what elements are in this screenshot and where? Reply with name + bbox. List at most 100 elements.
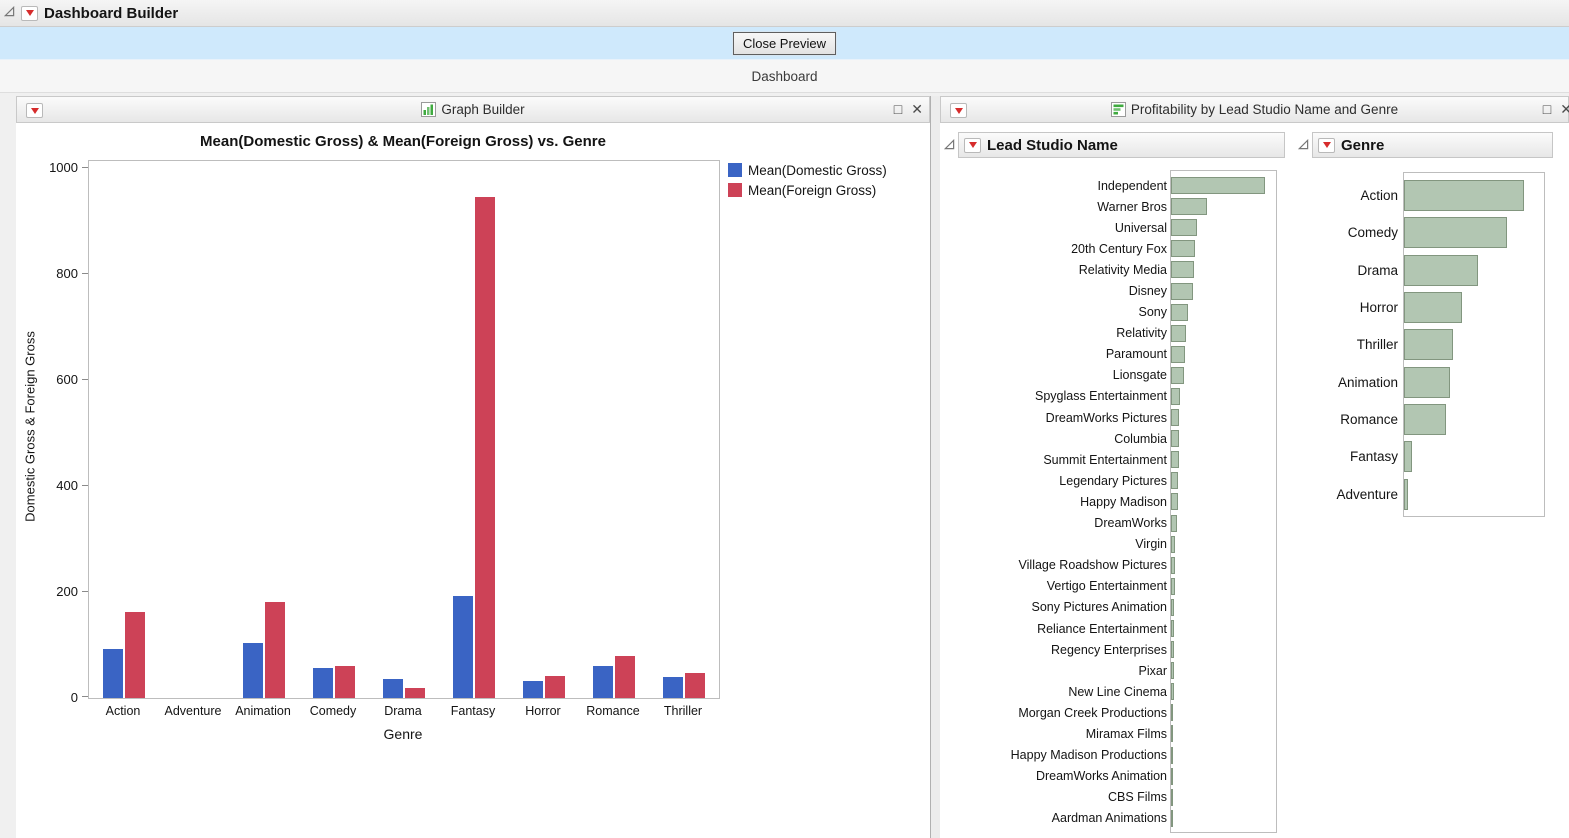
category-label[interactable]: Warner Bros bbox=[970, 196, 1167, 217]
bar-adventure[interactable] bbox=[1404, 479, 1408, 510]
legend-item[interactable]: Mean(Foreign Gross) bbox=[728, 180, 887, 200]
category-label[interactable]: Village Roadshow Pictures bbox=[970, 555, 1167, 576]
disclosure-triangle-icon[interactable] bbox=[1298, 137, 1309, 155]
dashboard-tab[interactable]: Dashboard bbox=[751, 69, 817, 84]
bar-village-roadshow-pictures[interactable] bbox=[1171, 557, 1175, 574]
bar-lionsgate[interactable] bbox=[1171, 367, 1184, 384]
bar-summit-entertainment[interactable] bbox=[1171, 451, 1179, 468]
category-label[interactable]: Vertigo Entertainment bbox=[970, 576, 1167, 597]
category-label[interactable]: Pixar bbox=[970, 660, 1167, 681]
bar-thriller-foreign[interactable] bbox=[685, 673, 705, 698]
red-triangle-menu-icon[interactable] bbox=[964, 138, 981, 153]
y-axis[interactable]: 02004006008001000 bbox=[16, 160, 88, 697]
category-label[interactable]: Relativity bbox=[970, 323, 1167, 344]
category-label[interactable]: Miramax Films bbox=[970, 723, 1167, 744]
bar-dreamworks-pictures[interactable] bbox=[1171, 409, 1179, 426]
bar-universal[interactable] bbox=[1171, 219, 1197, 236]
red-triangle-menu-icon[interactable] bbox=[950, 103, 967, 118]
category-label[interactable]: Columbia bbox=[970, 428, 1167, 449]
disclosure-triangle-icon[interactable] bbox=[4, 4, 15, 22]
bar-regency-enterprises[interactable] bbox=[1171, 641, 1174, 658]
bar-spyglass-entertainment[interactable] bbox=[1171, 388, 1180, 405]
x-axis-label[interactable]: Genre bbox=[88, 726, 718, 742]
bar-legendary-pictures[interactable] bbox=[1171, 472, 1178, 489]
genre-bar-chart[interactable] bbox=[1403, 172, 1545, 517]
category-label[interactable]: CBS Films bbox=[970, 787, 1167, 808]
legend-item[interactable]: Mean(Domestic Gross) bbox=[728, 160, 887, 180]
category-label[interactable]: Spyglass Entertainment bbox=[970, 386, 1167, 407]
category-label[interactable]: Fantasy bbox=[1240, 438, 1398, 475]
bar-disney[interactable] bbox=[1171, 283, 1193, 300]
bar-new-line-cinema[interactable] bbox=[1171, 683, 1174, 700]
close-icon[interactable]: ✕ bbox=[1560, 102, 1569, 116]
bar-action-domestic[interactable] bbox=[103, 649, 123, 698]
close-preview-button[interactable]: Close Preview bbox=[733, 32, 836, 55]
bar-animation[interactable] bbox=[1404, 367, 1450, 398]
category-label[interactable]: Relativity Media bbox=[970, 259, 1167, 280]
x-axis[interactable]: ActionAdventureAnimationComedyDramaFanta… bbox=[88, 704, 718, 720]
category-label[interactable]: Virgin bbox=[970, 534, 1167, 555]
close-icon[interactable]: ✕ bbox=[911, 102, 923, 116]
bar-aardman-animations[interactable] bbox=[1171, 810, 1173, 827]
category-label[interactable]: Legendary Pictures bbox=[970, 470, 1167, 491]
bar-reliance-entertainment[interactable] bbox=[1171, 620, 1174, 637]
category-label[interactable]: Comedy bbox=[1240, 214, 1398, 251]
category-label[interactable]: Universal bbox=[970, 217, 1167, 238]
category-label[interactable]: Thriller bbox=[1240, 326, 1398, 363]
category-label[interactable]: Independent bbox=[970, 175, 1167, 196]
bar-thriller[interactable] bbox=[1404, 329, 1453, 360]
bar-pixar[interactable] bbox=[1171, 662, 1174, 679]
bar-miramax-films[interactable] bbox=[1171, 725, 1173, 742]
category-label[interactable]: Sony Pictures Animation bbox=[970, 597, 1167, 618]
category-label[interactable]: Regency Enterprises bbox=[970, 639, 1167, 660]
bar-action[interactable] bbox=[1404, 180, 1524, 211]
category-label[interactable]: DreamWorks Animation bbox=[970, 766, 1167, 787]
bar-fantasy-domestic[interactable] bbox=[453, 596, 473, 698]
maximize-icon[interactable]: □ bbox=[1543, 102, 1551, 116]
bar-horror[interactable] bbox=[1404, 292, 1462, 323]
bar-virgin[interactable] bbox=[1171, 536, 1175, 553]
disclosure-triangle-icon[interactable] bbox=[944, 137, 955, 155]
bar-fantasy-foreign[interactable] bbox=[475, 197, 495, 698]
bar-sony[interactable] bbox=[1171, 304, 1188, 321]
category-label[interactable]: Paramount bbox=[970, 344, 1167, 365]
category-label[interactable]: DreamWorks Pictures bbox=[970, 407, 1167, 428]
bar-columbia[interactable] bbox=[1171, 430, 1179, 447]
bar-romance[interactable] bbox=[1404, 404, 1446, 435]
bar-happy-madison-productions[interactable] bbox=[1171, 747, 1173, 764]
bar-chart-plot-area[interactable] bbox=[88, 160, 720, 699]
bar-drama-foreign[interactable] bbox=[405, 688, 425, 698]
maximize-icon[interactable]: □ bbox=[894, 102, 902, 116]
bar-warner-bros[interactable] bbox=[1171, 198, 1207, 215]
bar-animation-domestic[interactable] bbox=[243, 643, 263, 698]
category-label[interactable]: Horror bbox=[1240, 289, 1398, 326]
red-triangle-menu-icon[interactable] bbox=[1318, 138, 1335, 153]
bar-sony-pictures-animation[interactable] bbox=[1171, 599, 1174, 616]
category-label[interactable]: Summit Entertainment bbox=[970, 449, 1167, 470]
bar-cbs-films[interactable] bbox=[1171, 789, 1173, 806]
bar-20th-century-fox[interactable] bbox=[1171, 240, 1195, 257]
category-label[interactable]: New Line Cinema bbox=[970, 681, 1167, 702]
bar-vertigo-entertainment[interactable] bbox=[1171, 578, 1175, 595]
bar-comedy-domestic[interactable] bbox=[313, 668, 333, 698]
category-label[interactable]: Sony bbox=[970, 302, 1167, 323]
category-label[interactable]: DreamWorks bbox=[970, 513, 1167, 534]
category-label[interactable]: Romance bbox=[1240, 401, 1398, 438]
category-label[interactable]: Animation bbox=[1240, 363, 1398, 400]
bar-drama[interactable] bbox=[1404, 255, 1478, 286]
category-label[interactable]: Action bbox=[1240, 177, 1398, 214]
bar-comedy-foreign[interactable] bbox=[335, 666, 355, 698]
category-label[interactable]: Morgan Creek Productions bbox=[970, 702, 1167, 723]
bar-happy-madison[interactable] bbox=[1171, 493, 1178, 510]
bar-relativity-media[interactable] bbox=[1171, 261, 1194, 278]
bar-drama-domestic[interactable] bbox=[383, 679, 403, 698]
category-label[interactable]: Happy Madison bbox=[970, 491, 1167, 512]
bar-fantasy[interactable] bbox=[1404, 441, 1412, 472]
bar-comedy[interactable] bbox=[1404, 217, 1507, 248]
red-triangle-menu-icon[interactable] bbox=[21, 6, 38, 21]
bar-relativity[interactable] bbox=[1171, 325, 1186, 342]
bar-dreamworks[interactable] bbox=[1171, 515, 1177, 532]
category-label[interactable]: Aardman Animations bbox=[970, 808, 1167, 829]
category-label[interactable]: 20th Century Fox bbox=[970, 238, 1167, 259]
bar-thriller-domestic[interactable] bbox=[663, 677, 683, 698]
